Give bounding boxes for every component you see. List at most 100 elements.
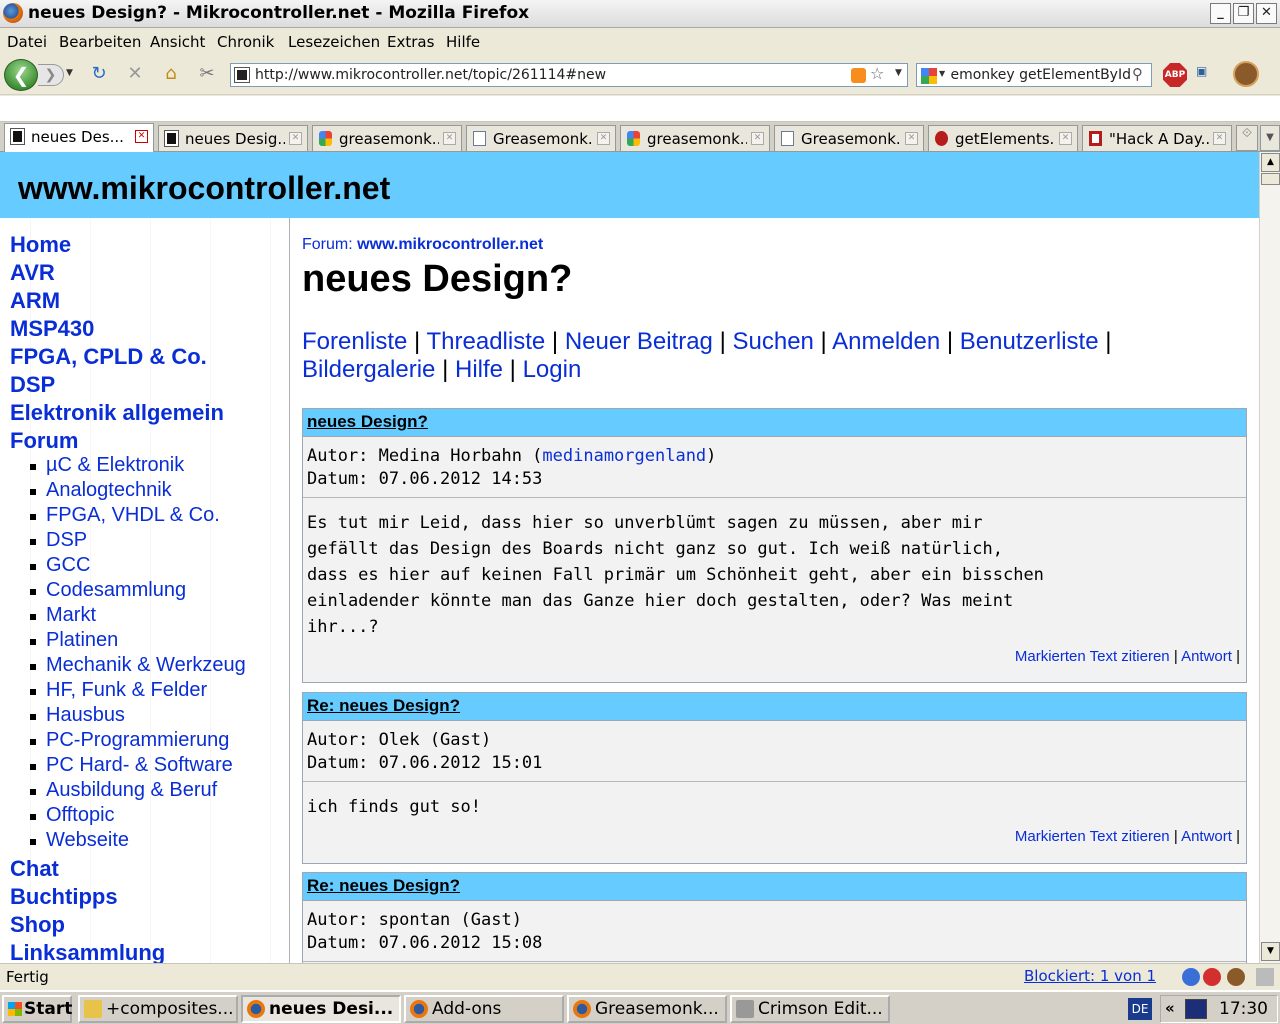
taskbar-item[interactable]: neues Desi... (241, 995, 401, 1023)
nav-sub-hf[interactable]: HF, Funk & Felder (46, 679, 207, 702)
reload-icon[interactable]: ↻ (88, 63, 110, 85)
menu-ansicht[interactable]: Ansicht (150, 33, 205, 51)
greasemonkey-icon[interactable] (1233, 61, 1259, 87)
post-subject-link[interactable]: Re: neues Design? (307, 876, 460, 895)
nav-msp430[interactable]: MSP430 (10, 316, 94, 342)
tab-4[interactable]: greasemonk... ✕ (620, 125, 770, 151)
extension-icon[interactable]: ▣ (1196, 64, 1220, 84)
nav-sub-code[interactable]: Codesammlung (46, 579, 186, 602)
nav-chat[interactable]: Chat (10, 856, 59, 882)
search-bar[interactable]: ▼ ⚲ (916, 63, 1152, 87)
nav-sub-offtopic[interactable]: Offtopic (46, 804, 115, 827)
tab-7[interactable]: "Hack A Day... ✕ (1082, 125, 1232, 151)
reply-link[interactable]: Antwort (1181, 828, 1232, 845)
breadcrumb-link[interactable]: www.mikrocontroller.net (357, 236, 543, 253)
nav-sub-pcprog[interactable]: PC-Programmierung (46, 729, 229, 752)
nav-fpga[interactable]: FPGA, CPLD & Co. (10, 344, 207, 370)
tab-5[interactable]: Greasemonk... ✕ (774, 125, 924, 151)
tray-expand-icon[interactable]: « (1165, 999, 1175, 1017)
google-search-engine-icon[interactable] (921, 68, 937, 84)
menu-datei[interactable]: Datei (7, 33, 47, 51)
addon-status-icon[interactable] (1182, 968, 1200, 986)
post-subject-link[interactable]: Re: neues Design? (307, 696, 460, 715)
vertical-scrollbar[interactable]: ▲ ▼ (1259, 152, 1280, 963)
nav-sub-uc[interactable]: µC & Elektronik (46, 454, 184, 477)
link-bildergalerie[interactable]: Bildergalerie (302, 356, 435, 383)
resize-grip-icon[interactable] (1256, 968, 1274, 986)
tab-close-icon[interactable]: ✕ (135, 130, 148, 143)
tab-close-icon[interactable]: ✕ (1213, 132, 1226, 145)
back-button[interactable]: ❮ (4, 59, 38, 91)
tab-6[interactable]: getElements... ✕ (928, 125, 1078, 151)
taskbar-item[interactable]: Greasemonk... (567, 995, 727, 1023)
taskbar-item[interactable]: Add-ons (404, 995, 564, 1023)
nav-shop[interactable]: Shop (10, 912, 65, 938)
minimize-button[interactable]: _ (1210, 3, 1231, 24)
quote-link[interactable]: Markierten Text zitieren (1015, 648, 1170, 665)
nav-sub-dsp[interactable]: DSP (46, 529, 87, 552)
nav-sub-platinen[interactable]: Platinen (46, 629, 118, 652)
tab-3[interactable]: Greasemonk... ✕ (466, 125, 616, 151)
nav-home[interactable]: Home (10, 232, 71, 258)
menu-bearbeiten[interactable]: Bearbeiten (59, 33, 141, 51)
url-dropdown-icon[interactable]: ▼ (895, 68, 902, 78)
tab-close-icon[interactable]: ✕ (597, 132, 610, 145)
nav-sub-fpga[interactable]: FPGA, VHDL & Co. (46, 504, 220, 527)
adblock-plus-icon[interactable]: ABP (1163, 63, 1187, 87)
tab-1[interactable]: neues Desig... ✕ (158, 125, 308, 151)
monitor-icon[interactable] (1185, 999, 1207, 1019)
maximize-button[interactable]: ❐ (1233, 3, 1254, 24)
link-forenliste[interactable]: Forenliste (302, 328, 407, 355)
home-icon[interactable]: ⌂ (160, 63, 182, 85)
post-author-link[interactable]: medinamorgenland (542, 446, 706, 466)
nav-forum[interactable]: Forum (10, 428, 78, 454)
nav-sub-webseite[interactable]: Webseite (46, 829, 129, 852)
taskbar-item[interactable]: +composites... (78, 995, 238, 1023)
link-anmelden[interactable]: Anmelden (832, 328, 940, 355)
link-neuer-beitrag[interactable]: Neuer Beitrag (565, 328, 713, 355)
url-input[interactable] (255, 66, 845, 84)
screenshot-icon[interactable]: ✂ (196, 63, 218, 85)
popup-blocked-link[interactable]: Blockiert: 1 von 1 (1024, 967, 1156, 985)
search-input[interactable] (951, 66, 1131, 84)
tab-scroll-icon[interactable]: ⟐ (1236, 125, 1258, 151)
nav-arm[interactable]: ARM (10, 288, 60, 314)
scroll-thumb[interactable] (1261, 173, 1280, 185)
link-login[interactable]: Login (523, 356, 582, 383)
menu-lesezeichen[interactable]: Lesezeichen (288, 33, 380, 51)
tab-close-icon[interactable]: ✕ (1059, 132, 1072, 145)
nav-elektronik[interactable]: Elektronik allgemein (10, 400, 224, 426)
link-benutzerliste[interactable]: Benutzerliste (960, 328, 1099, 355)
bookmark-star-icon[interactable]: ☆ (870, 64, 884, 83)
nav-dsp[interactable]: DSP (10, 372, 55, 398)
post-subject-link[interactable]: neues Design? (307, 412, 428, 431)
tab-close-icon[interactable]: ✕ (905, 132, 918, 145)
nav-sub-mechanik[interactable]: Mechanik & Werkzeug (46, 654, 246, 677)
nav-buchtipps[interactable]: Buchtipps (10, 884, 118, 910)
nav-sub-gcc[interactable]: GCC (46, 554, 90, 577)
link-suchen[interactable]: Suchen (732, 328, 813, 355)
start-button[interactable]: Start (2, 995, 72, 1023)
search-engine-dropdown-icon[interactable]: ▼ (939, 69, 945, 78)
taskbar-item[interactable]: Crimson Edit... (730, 995, 890, 1023)
tab-close-icon[interactable]: ✕ (443, 132, 456, 145)
scroll-down-icon[interactable]: ▼ (1261, 942, 1280, 961)
nav-sub-hausbus[interactable]: Hausbus (46, 704, 125, 727)
history-dropdown-icon[interactable]: ▼ (66, 68, 73, 78)
tab-0[interactable]: neues Des... ✕ (4, 123, 154, 152)
magnifier-icon[interactable]: ⚲ (1132, 65, 1143, 83)
menu-extras[interactable]: Extras (387, 33, 434, 51)
blocker-status-icon[interactable] (1203, 968, 1221, 986)
nav-sub-pchard[interactable]: PC Hard- & Software (46, 754, 233, 777)
close-button[interactable]: ✕ (1256, 3, 1277, 24)
language-indicator[interactable]: DE (1128, 998, 1152, 1020)
stop-icon[interactable]: ✕ (124, 63, 146, 85)
nav-avr[interactable]: AVR (10, 260, 55, 286)
nav-sub-ausbildung[interactable]: Ausbildung & Beruf (46, 779, 217, 802)
rss-feed-icon[interactable] (851, 68, 866, 83)
link-threadliste[interactable]: Threadliste (427, 328, 546, 355)
nav-sub-analog[interactable]: Analogtechnik (46, 479, 172, 502)
reply-link[interactable]: Antwort (1181, 648, 1232, 665)
menu-hilfe[interactable]: Hilfe (446, 33, 480, 51)
tab-close-icon[interactable]: ✕ (751, 132, 764, 145)
